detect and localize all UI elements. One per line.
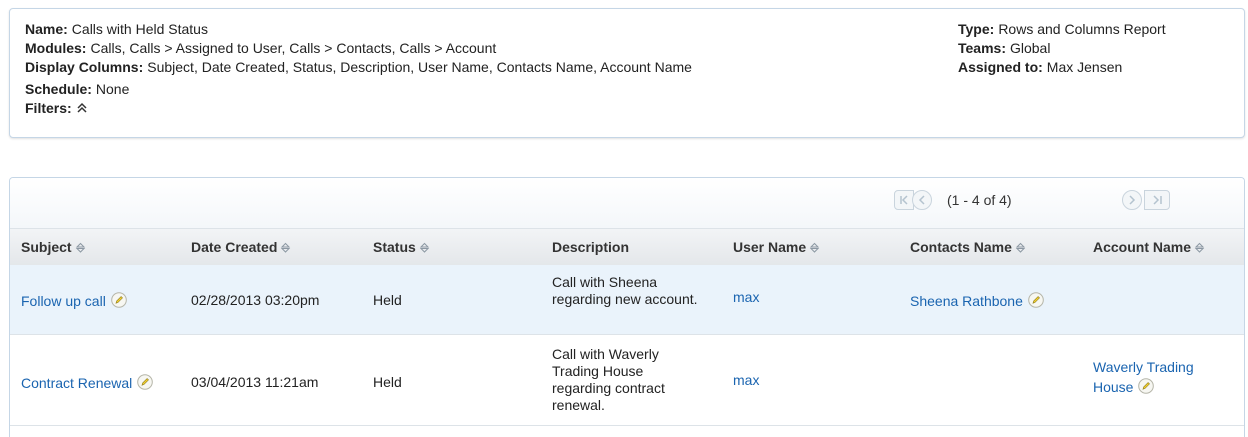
status-cell: Held — [373, 374, 402, 390]
sort-icon[interactable] — [809, 240, 820, 253]
table-row[interactable]: Contract Renewal 03/04/2013 11:21am Held… — [10, 335, 1244, 426]
account-name-cell: Waverly Trading House — [1093, 357, 1233, 397]
details-right-column: Type: Rows and Columns Report Teams: Globa… — [958, 20, 1166, 77]
table-row[interactable]: Follow up call 02/28/2013 03:20pm Held C… — [10, 265, 1244, 335]
edit-pencil-icon[interactable] — [1028, 292, 1044, 308]
column-header-contacts-name[interactable]: Contacts Name — [910, 239, 1026, 255]
column-header-status[interactable]: Status — [373, 239, 430, 255]
column-header-subject[interactable]: Subject — [21, 239, 86, 255]
column-header-date-created[interactable]: Date Created — [191, 239, 291, 255]
column-header-account-name-label: Account Name — [1093, 239, 1192, 255]
subject-link[interactable]: Contract Renewal — [21, 375, 132, 391]
date-created-cell: 02/28/2013 03:20pm — [191, 292, 320, 308]
report-assigned-line: Assigned to: Max Jensen — [958, 58, 1166, 77]
contact-link[interactable]: Sheena Rathbone — [910, 293, 1023, 309]
report-teams-label: Teams: — [958, 40, 1006, 56]
edit-pencil-icon[interactable] — [137, 374, 154, 390]
column-header-contacts-name-label: Contacts Name — [910, 239, 1012, 255]
column-header-user-name[interactable]: User Name — [733, 239, 820, 255]
date-created-cell: 03/04/2013 11:21am — [191, 374, 319, 390]
report-assigned-value: Max Jensen — [1046, 59, 1123, 75]
table-header: Subject Date Created Status Description … — [10, 228, 1244, 266]
next-page-icon[interactable] — [1122, 190, 1142, 210]
report-details-panel: Name: Calls with Held Status Modules: Call… — [9, 8, 1245, 138]
column-header-subject-label: Subject — [21, 239, 72, 255]
filters-toggle-icon[interactable] — [76, 100, 88, 113]
edit-pencil-icon[interactable] — [111, 292, 127, 308]
column-header-user-name-label: User Name — [733, 239, 807, 255]
details-left-column: Name: Calls with Held Status Modules: Call… — [25, 20, 692, 118]
user-name-cell: max — [733, 372, 759, 388]
report-teams-line: Teams: Global — [958, 39, 1166, 58]
last-page-icon[interactable] — [1144, 190, 1170, 210]
report-schedule-value: None — [95, 81, 130, 97]
description-cell: Call with Waverly Trading House regardin… — [552, 346, 665, 413]
report-type-value: Rows and Columns Report — [998, 21, 1166, 37]
sort-icon[interactable] — [1015, 240, 1026, 253]
report-name-value: Calls with Held Status — [71, 21, 208, 37]
subject-cell: Contract Renewal — [21, 374, 154, 391]
report-display-columns-value: Subject, Date Created, Status, Descripti… — [147, 59, 692, 75]
report-assigned-label: Assigned to: — [958, 59, 1043, 75]
sort-icon[interactable] — [1194, 240, 1205, 253]
column-header-account-name[interactable]: Account Name — [1093, 239, 1205, 255]
column-header-status-label: Status — [373, 239, 416, 255]
previous-page-icon[interactable] — [912, 190, 932, 210]
description-cell: Call with Sheena regarding new account. — [552, 274, 698, 307]
subject-link[interactable]: Follow up call — [21, 293, 106, 309]
report-schedule-line: Schedule: None — [25, 80, 692, 99]
column-header-description: Description — [552, 239, 630, 255]
report-results-panel: (1 - 4 of 4) Subject Date Created Status… — [9, 177, 1245, 437]
sort-icon[interactable] — [280, 240, 291, 253]
contacts-name-cell: Sheena Rathbone — [910, 292, 1044, 309]
pagination-range: (1 - 4 of 4) — [947, 192, 1012, 208]
user-name-link[interactable]: max — [733, 289, 759, 305]
status-cell: Held — [373, 292, 402, 308]
report-teams-value: Global — [1009, 40, 1051, 56]
sort-icon[interactable] — [75, 240, 86, 253]
report-type-line: Type: Rows and Columns Report — [958, 20, 1166, 39]
report-schedule-label: Schedule: — [25, 81, 92, 97]
report-display-columns-line: Display Columns: Subject, Date Created, S… — [25, 58, 692, 77]
column-header-date-created-label: Date Created — [191, 239, 278, 255]
pagination-bar: (1 - 4 of 4) — [10, 178, 1244, 228]
report-name-label: Name: — [25, 21, 68, 37]
report-filters-line: Filters: — [25, 99, 692, 118]
report-modules-label: Modules: — [25, 40, 87, 56]
edit-pencil-icon[interactable] — [1138, 378, 1155, 394]
report-display-columns-label: Display Columns: — [25, 59, 144, 75]
report-modules-value: Calls, Calls > Assigned to User, Calls >… — [90, 40, 497, 56]
first-page-icon[interactable] — [894, 190, 914, 210]
sort-icon[interactable] — [419, 240, 430, 253]
subject-cell: Follow up call — [21, 292, 127, 309]
report-filters-label: Filters: — [25, 100, 72, 116]
report-name-line: Name: Calls with Held Status — [25, 20, 692, 39]
report-type-label: Type: — [958, 21, 995, 37]
user-name-link[interactable]: max — [733, 372, 759, 388]
report-modules-line: Modules: Calls, Calls > Assigned to User,… — [25, 39, 692, 58]
user-name-cell: max — [733, 289, 759, 305]
